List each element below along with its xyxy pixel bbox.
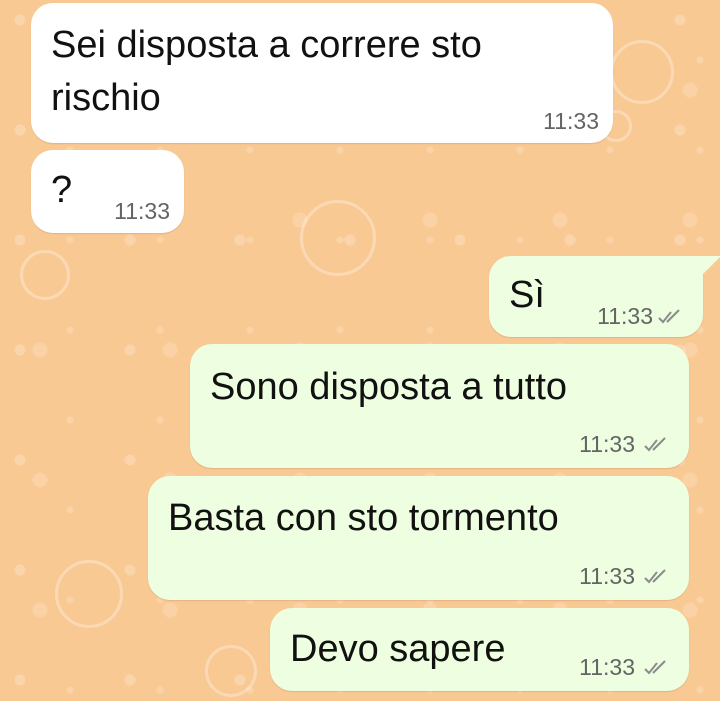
message-timestamp: 11:33 bbox=[543, 108, 599, 134]
message-text: ? bbox=[51, 169, 73, 211]
incoming-message-bubble[interactable]: Sei disposta a correre sto rischio 11:33 bbox=[31, 3, 613, 143]
message-text: Sì bbox=[509, 274, 545, 316]
message-text: Devo sapere bbox=[290, 628, 506, 670]
message-text-line-2: rischio bbox=[51, 77, 161, 119]
read-double-check-icon bbox=[644, 437, 666, 452]
message-timestamp: 11:33 bbox=[579, 431, 635, 457]
read-double-check-icon bbox=[644, 660, 666, 675]
outgoing-message-bubble[interactable]: Basta con sto tormento 11:33 bbox=[148, 476, 689, 600]
read-double-check-icon bbox=[644, 569, 666, 584]
message-list[interactable]: Sei disposta a correre sto rischio 11:33… bbox=[0, 0, 720, 701]
incoming-message-bubble[interactable]: ? 11:33 bbox=[31, 150, 184, 233]
message-timestamp: 11:33 bbox=[114, 198, 170, 224]
bubble-tail bbox=[703, 256, 720, 274]
message-timestamp: 11:33 bbox=[579, 654, 635, 680]
message-text-line-1: Sei disposta a correre sto bbox=[51, 24, 482, 66]
read-double-check-icon bbox=[658, 309, 680, 324]
message-text: Basta con sto tormento bbox=[168, 497, 559, 539]
message-timestamp: 11:33 bbox=[579, 563, 635, 589]
message-timestamp: 11:33 bbox=[597, 303, 653, 329]
message-text: Sono disposta a tutto bbox=[210, 366, 568, 408]
outgoing-message-bubble[interactable]: Sì 11:33 bbox=[489, 256, 703, 337]
outgoing-message-bubble[interactable]: Devo sapere 11:33 bbox=[270, 608, 689, 691]
outgoing-message-bubble[interactable]: Sono disposta a tutto 11:33 bbox=[190, 344, 689, 468]
